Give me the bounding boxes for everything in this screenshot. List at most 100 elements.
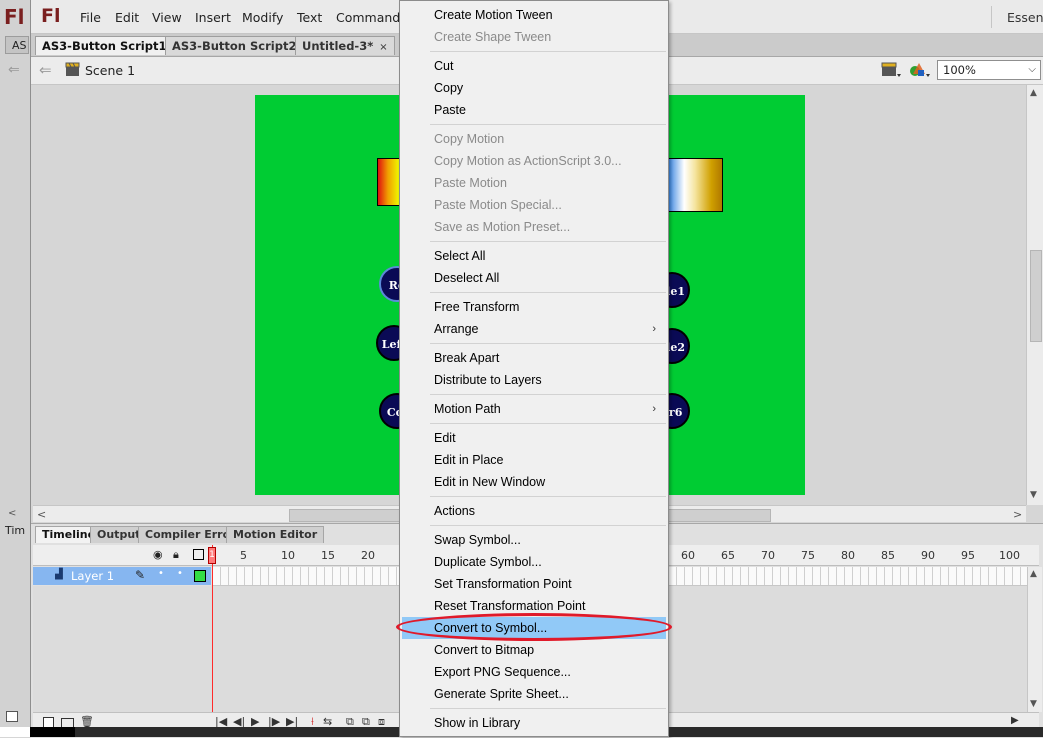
outline-icon[interactable] (193, 549, 204, 560)
stage-vertical-scrollbar[interactable]: ▲ ▼ (1026, 85, 1043, 505)
menu-edit[interactable]: Edit (115, 10, 139, 25)
menu-item-select-all[interactable]: Select All (402, 245, 666, 267)
frame-number: 60 (681, 549, 695, 562)
doc-tab-untitled3[interactable]: Untitled-3* × (295, 36, 395, 55)
playhead-line (212, 545, 213, 715)
background-window: Fl AS ⇐ Tim < (0, 0, 31, 737)
frame-number: 70 (761, 549, 775, 562)
scroll-down-icon[interactable]: ▼ (1030, 699, 1037, 709)
frame-number: 10 (281, 549, 295, 562)
menu-separator (430, 423, 666, 424)
frame-number: 85 (881, 549, 895, 562)
menu-item-edit-in-place[interactable]: Edit in Place (402, 449, 666, 471)
background-timeline-tab[interactable]: Tim (5, 524, 25, 537)
menu-item-duplicate-symbol[interactable]: Duplicate Symbol... (402, 551, 666, 573)
layer-name[interactable]: Layer 1 (71, 569, 114, 583)
menu-item-create-motion-tween[interactable]: Create Motion Tween (402, 4, 666, 26)
menu-item-generate-sprite-sheet[interactable]: Generate Sprite Sheet... (402, 683, 666, 705)
background-new-layer-icon[interactable] (6, 711, 18, 722)
eye-icon[interactable]: ◉ (153, 548, 163, 561)
background-doc-tab[interactable]: AS (5, 36, 29, 54)
pencil-icon[interactable]: ✎ (135, 568, 145, 582)
visibility-dot-icon[interactable]: • (158, 568, 164, 579)
layer-color-swatch[interactable] (194, 570, 206, 582)
menu-item-label: Arrange (434, 322, 479, 336)
menu-item-save-motion-preset[interactable]: Save as Motion Preset... (402, 216, 666, 238)
menu-item-convert-to-bitmap[interactable]: Convert to Bitmap (402, 639, 666, 661)
lock-icon[interactable]: 🔒︎ (173, 548, 179, 562)
zoom-select[interactable]: 100% ⌵ (937, 60, 1041, 80)
scroll-right-icon[interactable]: ▶ (1011, 715, 1019, 726)
timeline-vertical-scrollbar[interactable]: ▲ ▼ (1027, 567, 1042, 712)
menu-item-export-png-sequence[interactable]: Export PNG Sequence... (402, 661, 666, 683)
layer-icon: ▟ (55, 569, 63, 580)
menu-separator (430, 525, 666, 526)
scroll-right-icon[interactable]: > (1013, 508, 1022, 521)
menu-item-set-transformation-point[interactable]: Set Transformation Point (402, 573, 666, 595)
menu-separator (430, 124, 666, 125)
menu-item-swap-symbol[interactable]: Swap Symbol... (402, 529, 666, 551)
menu-item-actions[interactable]: Actions (402, 500, 666, 522)
scroll-up-icon[interactable]: ▲ (1030, 88, 1037, 98)
doc-tab-label: Untitled-3* (302, 39, 374, 53)
workspace-switcher[interactable]: Essenti (1007, 10, 1043, 25)
menu-text[interactable]: Text (297, 10, 322, 25)
scene-label: Scene 1 (85, 63, 136, 78)
frame-number: 95 (961, 549, 975, 562)
menu-separator (430, 51, 666, 52)
menu-item-paste-motion-special[interactable]: Paste Motion Special... (402, 194, 666, 216)
lock-dot-icon[interactable]: • (177, 568, 183, 579)
menu-item-edit-in-new-window[interactable]: Edit in New Window (402, 471, 666, 493)
tab-motion-editor[interactable]: Motion Editor (226, 526, 325, 543)
gold-gradient-rect[interactable] (667, 158, 723, 212)
menu-item-motion-path[interactable]: Motion Path › (402, 398, 666, 420)
scene-clapperboard-icon (65, 62, 80, 76)
scroll-left-icon[interactable]: < (37, 508, 46, 521)
background-scroll-left-icon[interactable]: < (8, 508, 16, 519)
menu-divider (991, 6, 992, 28)
frame-number: 75 (801, 549, 815, 562)
scroll-thumb[interactable] (1030, 250, 1042, 342)
layer-row[interactable]: ▟ Layer 1 ✎ • • (33, 567, 211, 585)
menu-separator (430, 241, 666, 242)
menu-item-edit[interactable]: Edit (402, 427, 666, 449)
background-back-icon: ⇐ (8, 62, 20, 78)
menu-separator (430, 708, 666, 709)
menu-item-copy-motion-as3[interactable]: Copy Motion as ActionScript 3.0... (402, 150, 666, 172)
menu-item-paste[interactable]: Paste (402, 99, 666, 121)
doc-tab-label: AS3-Button Script1 (42, 39, 167, 53)
menu-item-copy-motion[interactable]: Copy Motion (402, 128, 666, 150)
back-arrow-icon[interactable]: ⇐ (39, 61, 52, 79)
menu-item-deselect-all[interactable]: Deselect All (402, 267, 666, 289)
doc-tab-label: AS3-Button Script2 (172, 39, 297, 53)
scroll-down-icon[interactable]: ▼ (1030, 490, 1037, 500)
menu-file[interactable]: File (80, 10, 101, 25)
menu-separator (430, 292, 666, 293)
frame-number: 100 (999, 549, 1020, 562)
menu-item-distribute-to-layers[interactable]: Distribute to Layers (402, 369, 666, 391)
menu-modify[interactable]: Modify (242, 10, 283, 25)
menu-item-break-apart[interactable]: Break Apart (402, 347, 666, 369)
close-icon[interactable]: × (379, 42, 387, 53)
scroll-up-icon[interactable]: ▲ (1030, 569, 1037, 579)
zoom-value: 100% (943, 63, 976, 77)
menu-item-copy[interactable]: Copy (402, 77, 666, 99)
edit-symbols-icon[interactable] (909, 61, 931, 79)
background-app-logo: Fl (4, 5, 25, 29)
menu-insert[interactable]: Insert (195, 10, 231, 25)
menu-item-cut[interactable]: Cut (402, 55, 666, 77)
menu-item-free-transform[interactable]: Free Transform (402, 296, 666, 318)
frame-number: 90 (921, 549, 935, 562)
bottom-strip-left (0, 727, 30, 737)
edit-scene-icon[interactable] (881, 61, 901, 79)
playhead[interactable]: 1 (208, 547, 216, 564)
menu-item-arrange[interactable]: Arrange › (402, 318, 666, 340)
frame-number: 5 (240, 549, 247, 562)
menu-item-label: Motion Path (434, 402, 501, 416)
frame-number: 15 (321, 549, 335, 562)
menu-item-create-shape-tween[interactable]: Create Shape Tween (402, 26, 666, 48)
menu-item-paste-motion[interactable]: Paste Motion (402, 172, 666, 194)
menu-commands[interactable]: Commands (336, 10, 407, 25)
chevron-down-icon: ⌵ (1028, 64, 1036, 75)
menu-view[interactable]: View (152, 10, 182, 25)
